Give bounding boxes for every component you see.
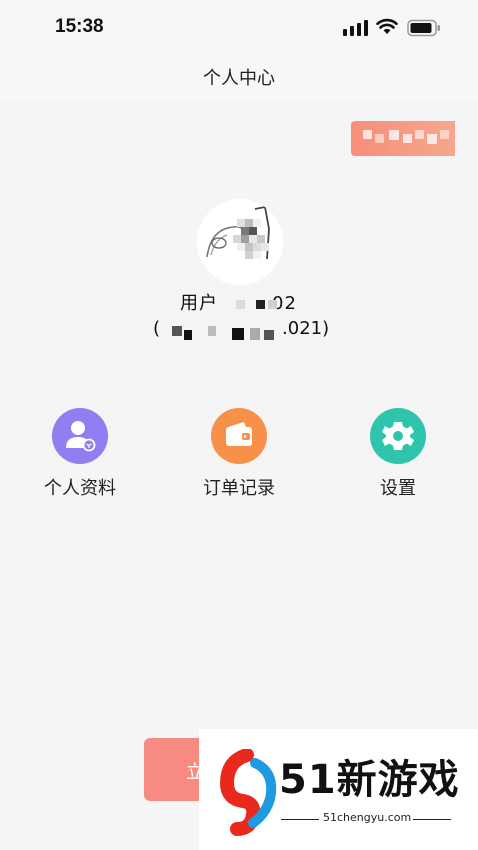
watermark-line-left — [281, 819, 319, 820]
page-title: 个人中心 — [203, 68, 275, 89]
signal-icon — [343, 20, 368, 36]
action-settings-label: 设置 — [380, 478, 416, 499]
action-orders-label: 订单记录 — [203, 478, 275, 499]
watermark-line-right — [413, 819, 451, 820]
battery-icon — [407, 19, 440, 37]
action-settings[interactable]: 设置 — [338, 408, 458, 500]
watermark: 51新游戏 51chengyu.com — [199, 729, 478, 850]
user-id-prefix: ( — [153, 318, 161, 339]
wifi-icon — [376, 18, 398, 34]
status-bar: 15:38 — [0, 0, 478, 52]
status-time: 15:38 — [55, 16, 104, 37]
promo-badge[interactable] — [351, 121, 455, 156]
watermark-logo-icon — [219, 749, 277, 836]
action-profile-label: 个人资料 — [44, 478, 116, 499]
user-profile-icon — [52, 408, 108, 464]
gear-icon — [370, 408, 426, 464]
nav-bar: 个人中心 — [0, 52, 478, 100]
avatar[interactable] — [197, 199, 283, 285]
watermark-brand: 51新游戏 — [279, 757, 460, 803]
action-orders[interactable]: 订单记录 — [179, 408, 299, 500]
user-id-suffix: .021) — [282, 318, 330, 339]
name-mosaic — [228, 296, 288, 312]
action-profile[interactable]: 个人资料 — [20, 408, 140, 500]
watermark-url: 51chengyu.com — [323, 811, 412, 824]
id-mosaic — [162, 322, 286, 342]
avatar-image — [197, 199, 283, 285]
user-name-prefix: 用户 — [180, 293, 218, 314]
wallet-icon — [211, 408, 267, 464]
